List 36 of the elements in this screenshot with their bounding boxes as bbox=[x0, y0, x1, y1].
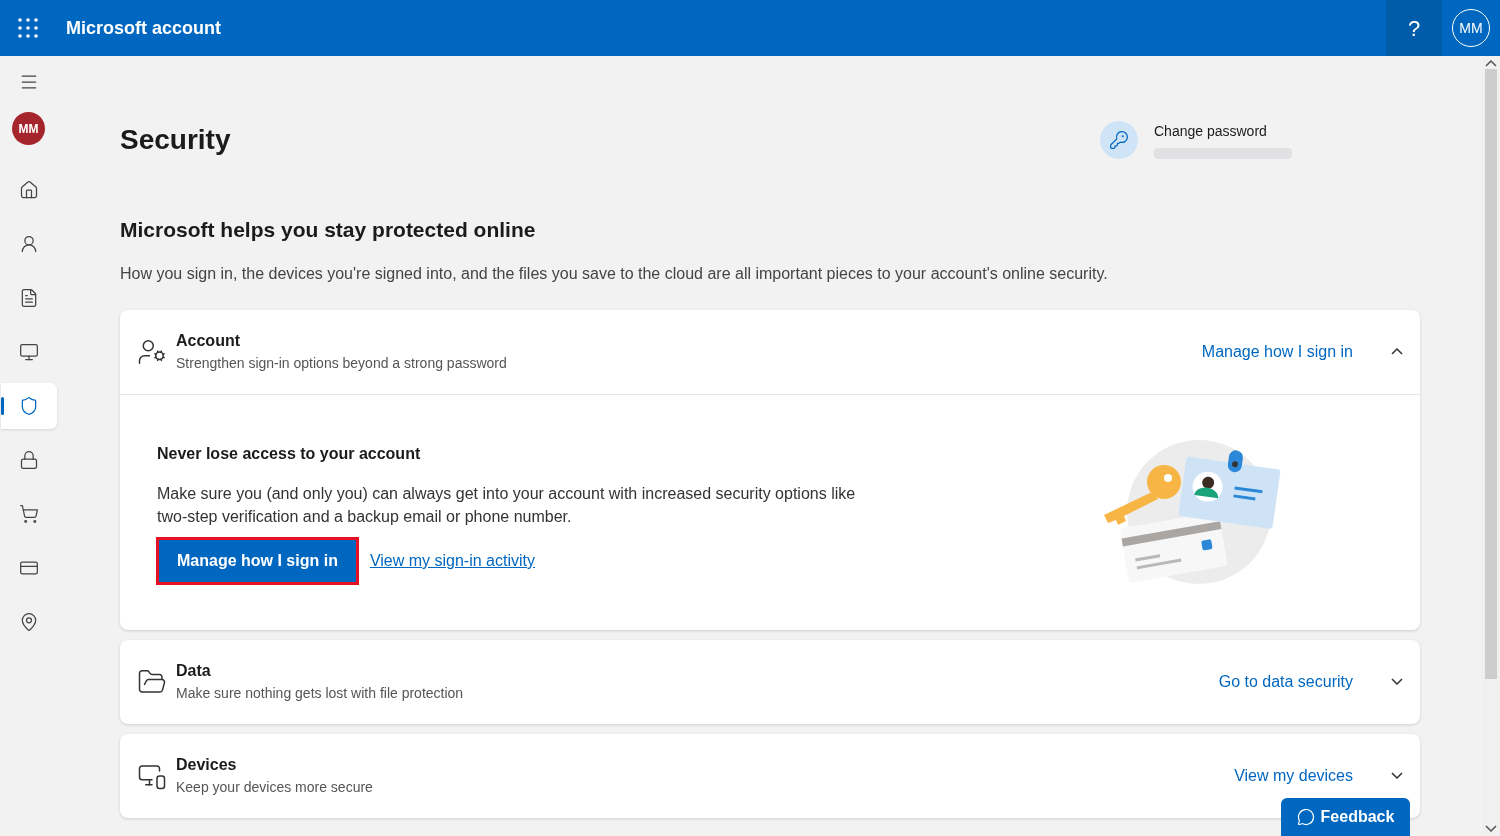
section-heading: Microsoft helps you stay protected online bbox=[120, 217, 537, 243]
section-link[interactable]: Manage how I sign in bbox=[1201, 339, 1353, 364]
cart-icon bbox=[18, 504, 39, 524]
body-title: Never lose access to your account bbox=[157, 444, 422, 464]
scroll-down-icon bbox=[1485, 825, 1497, 832]
scroll-up-icon bbox=[1485, 60, 1497, 67]
profile-avatar[interactable]: MM bbox=[12, 112, 45, 145]
help-button[interactable]: ? bbox=[1386, 0, 1442, 56]
section-subtitle: Keep your devices more secure bbox=[176, 778, 373, 797]
section-title: Data bbox=[176, 661, 212, 681]
expand-toggle[interactable] bbox=[1391, 348, 1403, 355]
section-link[interactable]: Go to data security bbox=[1218, 669, 1353, 694]
change-password-link[interactable]: Change password bbox=[1154, 121, 1292, 142]
feedback-button[interactable]: Feedback bbox=[1281, 798, 1410, 836]
expand-toggle[interactable] bbox=[1391, 772, 1403, 779]
description-text: How you sign in, the devices you're signed into, and the files you save to the cloud are all important pieces to your account's online security. bbox=[120, 263, 1109, 284]
section-title: Account bbox=[176, 331, 241, 351]
chevron-down-icon bbox=[1391, 678, 1403, 685]
body-text: Make sure you (and only you) can always get into your account with increased security options like two-step verification and a backup email or phone number. bbox=[157, 484, 857, 527]
section-subtitle: Strengthen sign-in options beyond a strong password bbox=[176, 354, 507, 373]
section-link[interactable]: View my devices bbox=[1234, 763, 1353, 788]
section-subtitle: Make sure nothing gets lost with file protection bbox=[176, 684, 464, 703]
chevron-down-icon bbox=[1391, 772, 1403, 779]
manage-sign-in-button[interactable]: Manage how I sign in bbox=[159, 540, 356, 582]
nav-item[interactable] bbox=[0, 383, 57, 429]
sign-in-activity-link[interactable]: View my sign-in activity bbox=[369, 549, 535, 573]
section-title: Devices bbox=[176, 755, 238, 775]
chevron-up-icon bbox=[1391, 348, 1403, 355]
app-title: Microsoft account bbox=[66, 16, 221, 40]
home-icon bbox=[18, 180, 39, 200]
expand-toggle[interactable] bbox=[1391, 678, 1403, 685]
page-title: Security bbox=[120, 126, 231, 154]
monitor-icon bbox=[18, 342, 39, 362]
key-icon bbox=[1100, 121, 1138, 159]
chat-bubble-icon bbox=[1296, 808, 1315, 826]
lock-icon bbox=[18, 450, 39, 470]
